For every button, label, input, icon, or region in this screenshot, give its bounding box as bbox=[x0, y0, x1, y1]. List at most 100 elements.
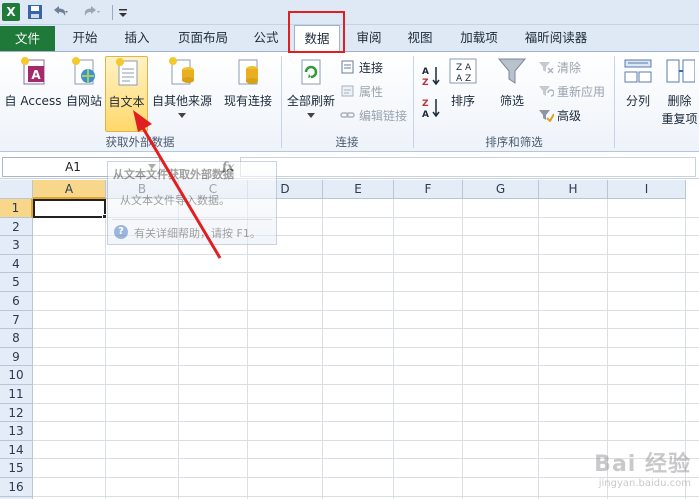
active-cell-a1[interactable] bbox=[33, 199, 106, 218]
tab-view[interactable]: 视图 bbox=[398, 25, 442, 52]
row-gridline bbox=[33, 365, 699, 367]
excel-logo-icon: X bbox=[2, 3, 20, 21]
web-globe-icon bbox=[72, 57, 95, 85]
reapply-label: 重新应用 bbox=[557, 85, 606, 99]
column-header-e[interactable]: E bbox=[323, 180, 394, 199]
sort-icon: Z AA Z bbox=[449, 58, 477, 84]
tab-home[interactable]: 开始 bbox=[63, 25, 107, 52]
row-gridline bbox=[33, 402, 699, 404]
edit-links-button[interactable]: 编辑链接 bbox=[340, 106, 407, 126]
row-header-2[interactable]: 2 bbox=[0, 217, 33, 237]
existing-connections-icon bbox=[238, 59, 258, 85]
column-gridline bbox=[322, 199, 323, 499]
text-file-icon bbox=[115, 58, 137, 86]
from-access-button[interactable]: A 自 Access bbox=[4, 56, 62, 126]
properties-label: 属性 bbox=[359, 85, 384, 99]
row-gridline bbox=[33, 291, 699, 292]
from-web-button[interactable]: 自网站 bbox=[64, 56, 104, 126]
properties-icon bbox=[341, 85, 354, 97]
row-header-3[interactable]: 3 bbox=[0, 236, 33, 255]
column-header-i[interactable]: I bbox=[608, 180, 686, 199]
row-header-4[interactable]: 4 bbox=[0, 254, 33, 274]
svg-text:A Z: A Z bbox=[456, 74, 471, 84]
row-gridline bbox=[33, 309, 699, 311]
row-header-11[interactable]: 11 bbox=[0, 385, 33, 404]
tab-file[interactable]: 文件 bbox=[0, 26, 55, 51]
row-header-13[interactable]: 13 bbox=[0, 422, 33, 441]
ribbon: A 自 Access 自网站 自文本 自其他来源 现有连接 获取外部数据 全部刷… bbox=[0, 52, 699, 152]
help-icon: ? bbox=[114, 225, 128, 239]
row-header-5[interactable]: 5 bbox=[0, 273, 33, 292]
row-header-16[interactable]: 16 bbox=[0, 478, 33, 497]
row-header-8[interactable]: 8 bbox=[0, 329, 33, 348]
row-gridline bbox=[33, 495, 699, 497]
row-header-7[interactable]: 7 bbox=[0, 310, 33, 330]
refresh-all-button[interactable]: 全部刷新 bbox=[284, 56, 338, 126]
sort-label: 排序 bbox=[450, 94, 475, 108]
text-to-columns-button[interactable]: 分列 bbox=[618, 56, 658, 126]
filter-button[interactable]: 筛选 bbox=[494, 56, 530, 126]
sort-filter-group-label: 排序和筛选 bbox=[485, 135, 543, 149]
row-gridline bbox=[33, 328, 699, 330]
advanced-filter-button[interactable]: 高级 bbox=[538, 106, 581, 126]
row-header-1[interactable]: 1 bbox=[0, 199, 33, 218]
formula-input[interactable] bbox=[240, 157, 696, 177]
tab-review[interactable]: 审阅 bbox=[347, 25, 391, 52]
from-access-label: 自 Access bbox=[4, 94, 62, 108]
tooltip-help-text: 有关详细帮助，请按 F1。 bbox=[134, 227, 261, 240]
refresh-all-label: 全部刷新 bbox=[286, 94, 335, 108]
column-header-f[interactable]: F bbox=[394, 180, 463, 199]
column-gridline bbox=[105, 199, 106, 499]
tab-formulas[interactable]: 公式 bbox=[244, 25, 288, 52]
tab-page-layout[interactable]: 页面布局 bbox=[170, 25, 236, 52]
select-all-corner[interactable] bbox=[0, 180, 33, 199]
connections-label: 连接 bbox=[359, 61, 384, 75]
tab-data[interactable]: 数据 bbox=[294, 25, 340, 53]
row-gridline bbox=[33, 253, 699, 255]
row-header-6[interactable]: 6 bbox=[0, 292, 33, 311]
svg-text:Z: Z bbox=[422, 78, 429, 88]
existing-connections-button[interactable]: 现有连接 bbox=[220, 56, 276, 126]
from-other-sources-button[interactable]: 自其他来源 bbox=[150, 56, 214, 126]
column-gridline bbox=[462, 199, 463, 499]
tab-foxit-reader[interactable]: 福昕阅读器 bbox=[516, 25, 596, 52]
column-gridline bbox=[393, 199, 394, 499]
advanced-filter-icon bbox=[539, 110, 554, 122]
reapply-button[interactable]: 重新应用 bbox=[538, 82, 605, 102]
row-header-15[interactable]: 15 bbox=[0, 459, 33, 478]
column-header-g[interactable]: G bbox=[463, 180, 539, 199]
undo-icon[interactable] bbox=[50, 3, 70, 21]
sort-ascending-icon[interactable]: AZ bbox=[420, 64, 442, 88]
tab-addins[interactable]: 加载项 bbox=[450, 25, 508, 52]
tooltip-title: 从文本文件获取外部数据 bbox=[113, 168, 234, 181]
clear-filter-button[interactable]: 清除 bbox=[538, 58, 581, 78]
row-header-12[interactable]: 12 bbox=[0, 403, 33, 423]
tooltip-divider bbox=[112, 219, 272, 220]
quick-access-toolbar: X bbox=[0, 0, 699, 25]
from-web-label: 自网站 bbox=[65, 94, 102, 108]
refresh-icon bbox=[301, 59, 321, 85]
redo-icon[interactable] bbox=[82, 3, 102, 21]
from-text-button[interactable]: 自文本 bbox=[105, 56, 148, 132]
connections-button[interactable]: 连接 bbox=[340, 58, 383, 78]
sort-button[interactable]: Z AA Z 排序 bbox=[446, 56, 480, 126]
save-icon[interactable] bbox=[27, 3, 43, 21]
from-other-sources-label: 自其他来源 bbox=[151, 94, 212, 108]
qat-separator bbox=[112, 5, 113, 20]
reapply-filter-icon bbox=[539, 86, 554, 97]
row-gridline bbox=[33, 384, 699, 385]
connections-icon bbox=[341, 60, 354, 74]
column-header-a[interactable]: A bbox=[33, 180, 106, 199]
svg-text:A: A bbox=[422, 110, 429, 120]
properties-button[interactable]: 属性 bbox=[340, 82, 383, 102]
column-header-h[interactable]: H bbox=[539, 180, 608, 199]
remove-duplicates-button[interactable]: 删除 重复项 bbox=[660, 56, 699, 126]
customize-toolbar-icon[interactable] bbox=[117, 3, 129, 21]
tab-insert[interactable]: 插入 bbox=[115, 25, 159, 52]
row-header-9[interactable]: 9 bbox=[0, 347, 33, 367]
sort-descending-icon[interactable]: ZA bbox=[420, 96, 442, 120]
row-header-10[interactable]: 10 bbox=[0, 366, 33, 385]
formula-bar: A1 fx bbox=[0, 155, 699, 179]
dropdown-arrow-icon bbox=[307, 113, 315, 118]
row-header-14[interactable]: 14 bbox=[0, 440, 33, 460]
